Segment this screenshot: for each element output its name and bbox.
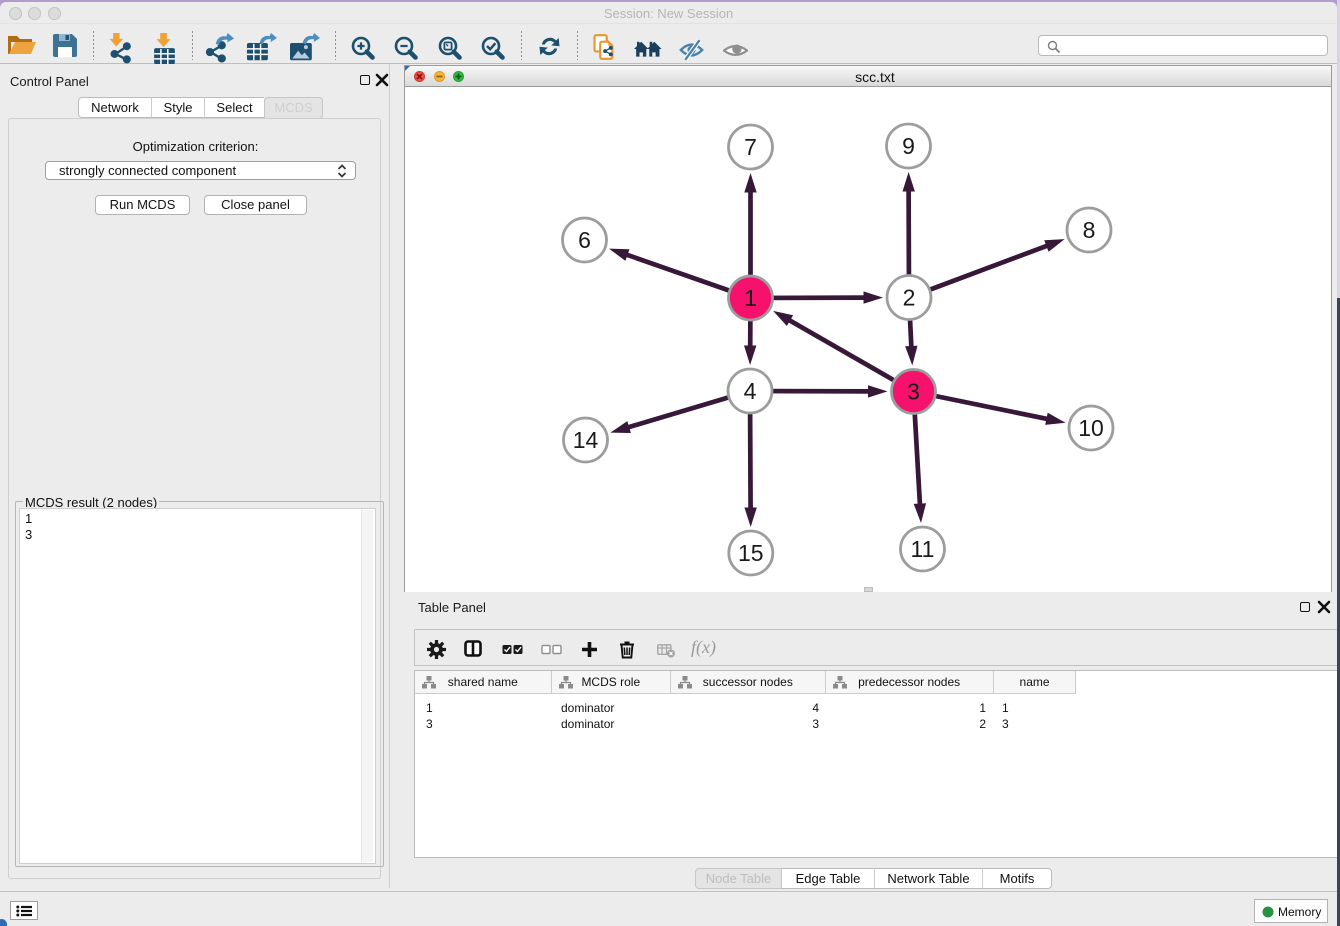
- svg-text:9: 9: [902, 133, 915, 159]
- svg-text:3: 3: [907, 379, 920, 405]
- svg-text:6: 6: [578, 227, 591, 253]
- svg-text:8: 8: [1083, 217, 1096, 243]
- svg-text:10: 10: [1078, 415, 1104, 441]
- svg-text:1: 1: [744, 285, 757, 311]
- svg-text:11: 11: [911, 536, 935, 562]
- svg-text:4: 4: [744, 378, 757, 404]
- svg-text:14: 14: [573, 427, 599, 453]
- svg-text:2: 2: [903, 285, 916, 311]
- svg-text:15: 15: [738, 540, 764, 566]
- svg-text:7: 7: [744, 134, 757, 160]
